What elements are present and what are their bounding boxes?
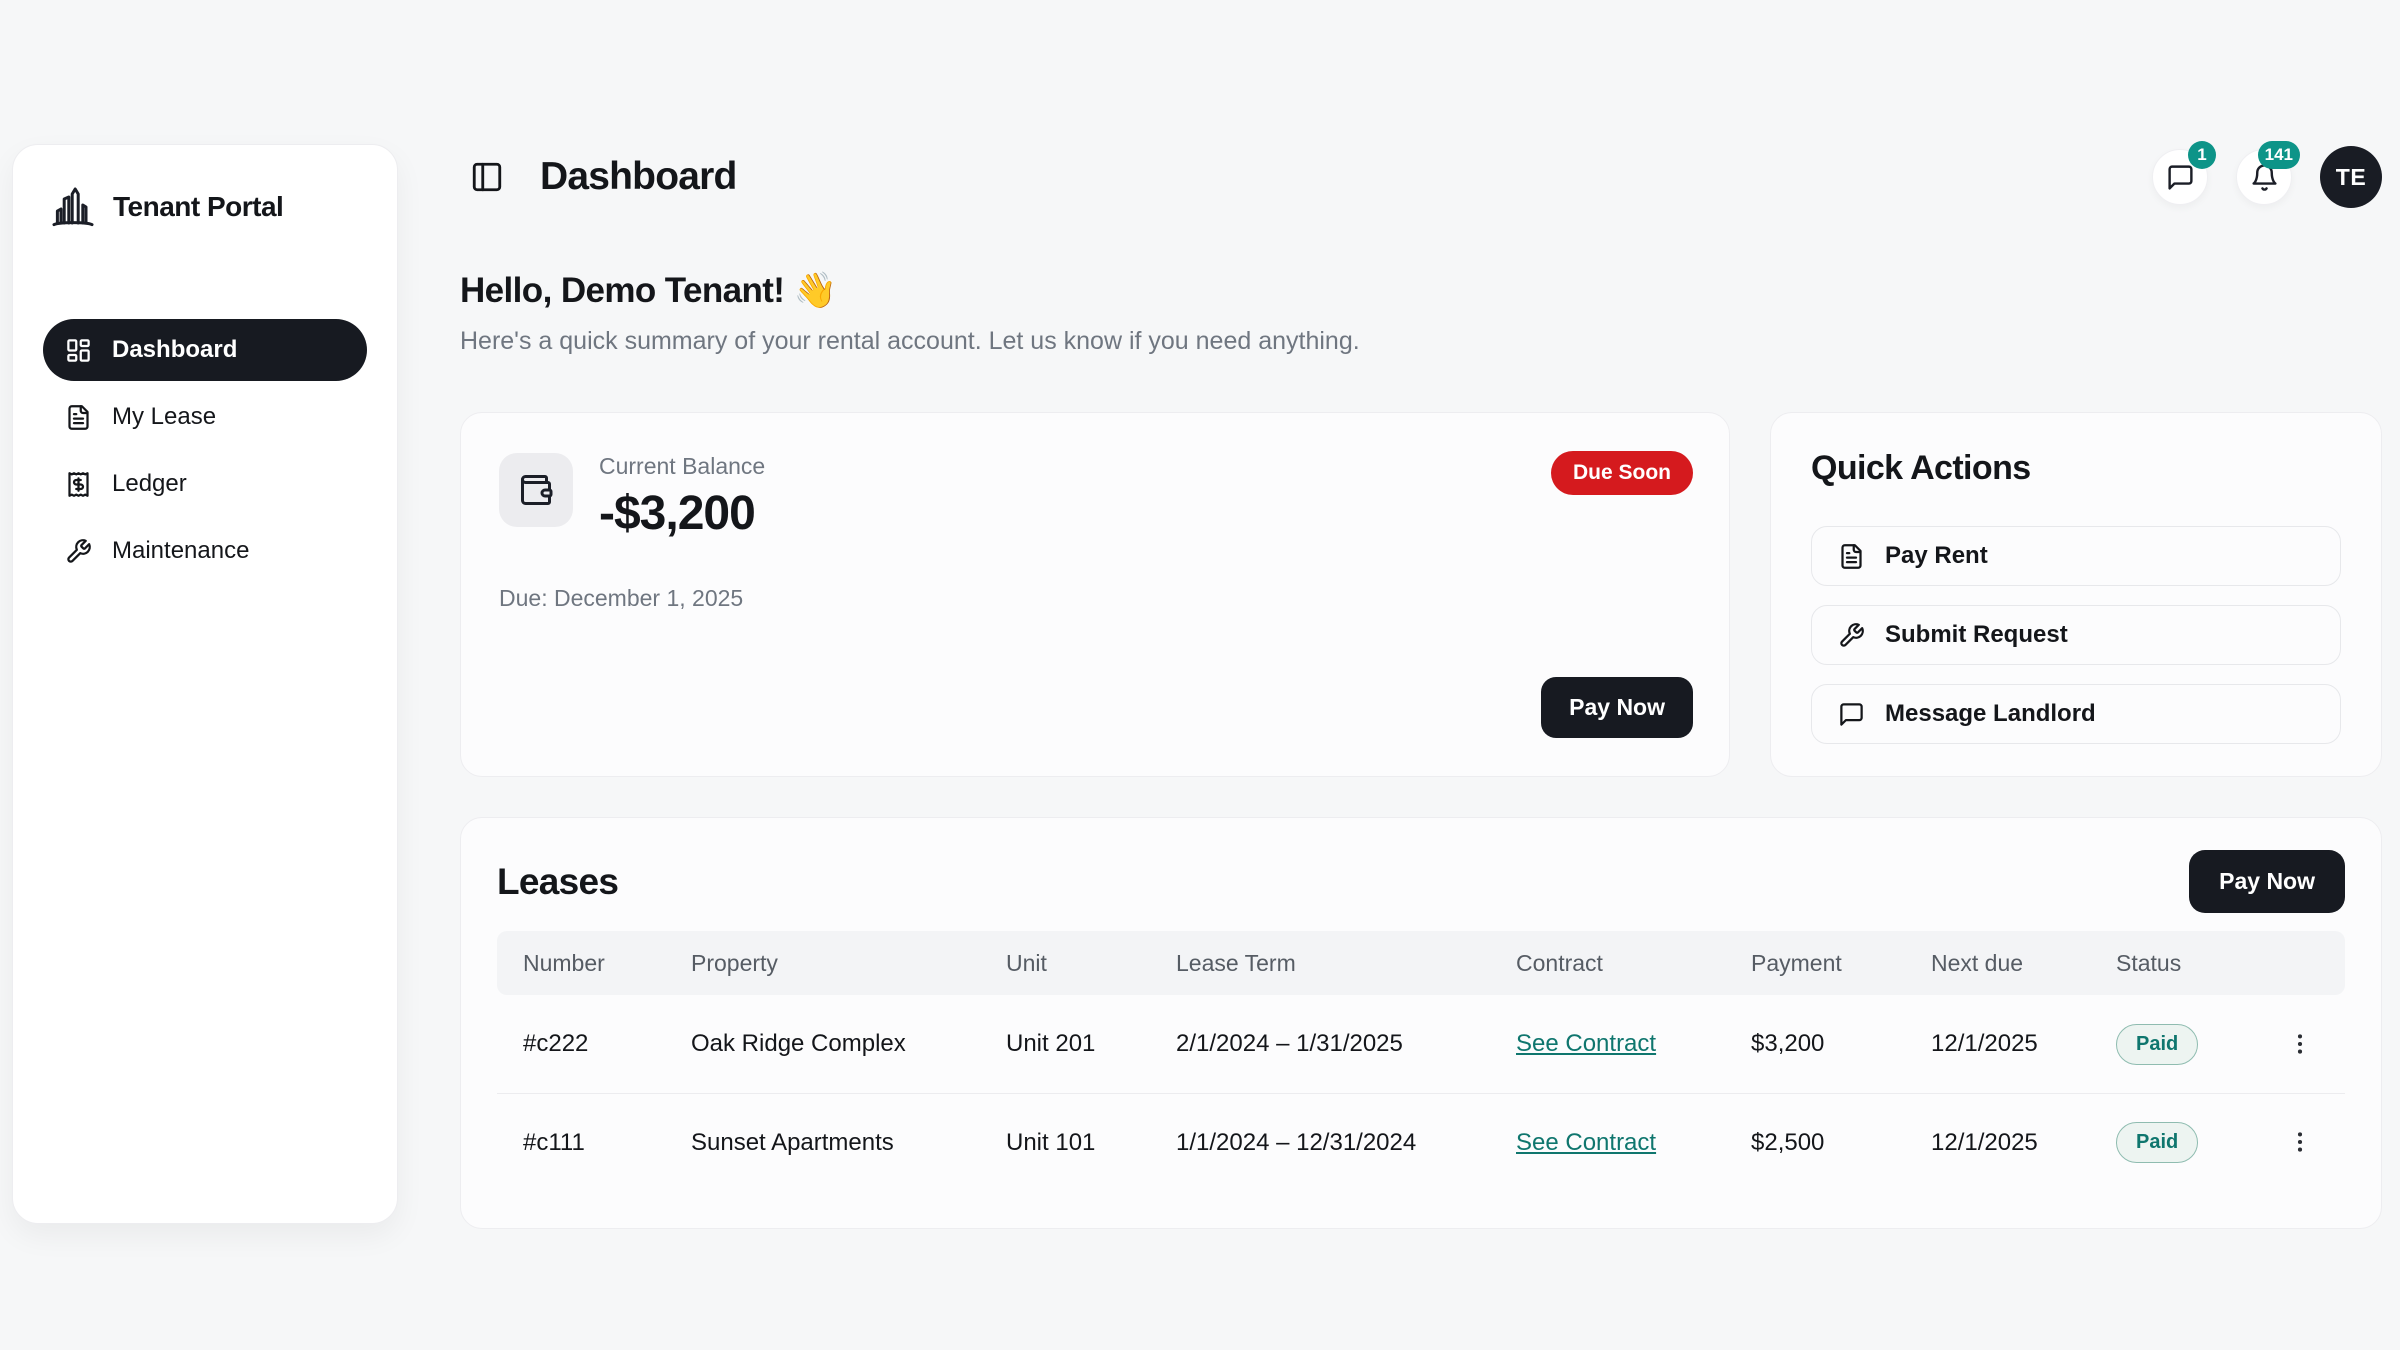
wrench-icon (65, 538, 92, 565)
leases-pay-now-button[interactable]: Pay Now (2189, 850, 2345, 913)
column-header-status: Status (2092, 950, 2257, 977)
leases-card: Leases Pay Now Number Property Unit Leas… (460, 817, 2382, 1229)
table-header-row: Number Property Unit Lease Term Contract… (497, 931, 2345, 995)
column-header-lease-term: Lease Term (1152, 950, 1492, 977)
leases-header: Leases Pay Now (497, 850, 2345, 913)
balance-top: Current Balance -$3,200 (499, 453, 1691, 541)
sidebar-item-my-lease[interactable]: My Lease (43, 386, 367, 448)
due-date-text: Due: December 1, 2025 (499, 585, 1691, 612)
chat-bubble-icon (1838, 701, 1865, 728)
receipt-icon (65, 471, 92, 498)
sidebar-item-dashboard[interactable]: Dashboard (43, 319, 367, 381)
lease-number: #c222 (497, 1030, 667, 1058)
lease-next-due: 12/1/2025 (1907, 1030, 2092, 1058)
quick-actions-list: Pay Rent Submit Request (1811, 526, 2341, 744)
row-menu-button[interactable] (2281, 1025, 2319, 1063)
lease-payment: $3,200 (1727, 1030, 1907, 1058)
row-menu-button[interactable] (2281, 1123, 2319, 1161)
quick-actions-title: Quick Actions (1811, 449, 2341, 488)
greeting: Hello, Demo Tenant! 👋 Here's a quick sum… (460, 270, 2382, 356)
balance-text: Current Balance -$3,200 (599, 453, 765, 541)
lease-unit: Unit 201 (982, 1030, 1152, 1058)
summary-row: Current Balance -$3,200 Due Soon Due: De… (460, 412, 2382, 777)
column-header-property: Property (667, 950, 982, 977)
lease-payment: $2,500 (1727, 1129, 1907, 1157)
notifications-count-badge: 141 (2258, 141, 2300, 169)
sidebar: Tenant Portal Dashboard My Lease (12, 144, 398, 1224)
chat-bubble-icon (2166, 163, 2195, 192)
lease-next-due: 12/1/2025 (1907, 1129, 2092, 1157)
lease-term: 1/1/2024 – 12/31/2024 (1152, 1129, 1492, 1157)
brand-name: Tenant Portal (113, 191, 283, 223)
due-soon-badge: Due Soon (1551, 451, 1693, 495)
greeting-subtitle: Here's a quick summary of your rental ac… (460, 327, 2382, 356)
leases-table: Number Property Unit Lease Term Contract… (497, 931, 2345, 1191)
sidebar-toggle-icon[interactable] (470, 160, 504, 194)
dashboard-grid-icon (65, 337, 92, 364)
action-label: Pay Rent (1885, 542, 1988, 570)
message-landlord-button[interactable]: Message Landlord (1811, 684, 2341, 744)
wrench-icon (1838, 622, 1865, 649)
pay-now-button[interactable]: Pay Now (1541, 677, 1693, 738)
lease-term: 2/1/2024 – 1/31/2025 (1152, 1030, 1492, 1058)
see-contract-link[interactable]: See Contract (1516, 1030, 1656, 1057)
messages-count-badge: 1 (2188, 141, 2216, 169)
action-label: Message Landlord (1885, 700, 2096, 728)
column-header-unit: Unit (982, 950, 1152, 977)
table-row: #c222 Oak Ridge Complex Unit 201 2/1/202… (497, 995, 2345, 1093)
document-icon (65, 404, 92, 431)
topbar: Dashboard 1 141 TE (460, 144, 2382, 210)
page-title: Dashboard (540, 155, 737, 199)
lease-unit: Unit 101 (982, 1129, 1152, 1157)
action-label: Submit Request (1885, 621, 2068, 649)
sidebar-item-label: Maintenance (112, 537, 249, 565)
sidebar-item-label: Dashboard (112, 336, 237, 364)
status-badge: Paid (2116, 1122, 2198, 1163)
lease-property: Oak Ridge Complex (667, 1030, 982, 1058)
table-row: #c111 Sunset Apartments Unit 101 1/1/202… (497, 1093, 2345, 1191)
sidebar-nav: Dashboard My Lease Ledger (43, 319, 367, 582)
notifications-button[interactable]: 141 (2236, 149, 2292, 205)
wallet-icon (499, 453, 573, 527)
sidebar-item-ledger[interactable]: Ledger (43, 453, 367, 515)
pay-rent-button[interactable]: Pay Rent (1811, 526, 2341, 586)
brand: Tenant Portal (43, 183, 367, 231)
main-content: Dashboard 1 141 TE Hel (460, 144, 2382, 1229)
status-badge: Paid (2116, 1024, 2198, 1065)
column-header-next-due: Next due (1907, 950, 2092, 977)
column-header-contract: Contract (1492, 950, 1727, 977)
greeting-title: Hello, Demo Tenant! 👋 (460, 270, 2382, 311)
sidebar-item-label: Ledger (112, 470, 187, 498)
see-contract-link[interactable]: See Contract (1516, 1129, 1656, 1156)
topbar-actions: 1 141 TE (2152, 144, 2382, 210)
column-header-number: Number (497, 950, 667, 977)
messages-button[interactable]: 1 (2152, 149, 2208, 205)
column-header-payment: Payment (1727, 950, 1907, 977)
lease-property: Sunset Apartments (667, 1129, 982, 1157)
sidebar-item-maintenance[interactable]: Maintenance (43, 520, 367, 582)
buildings-logo-icon (49, 183, 97, 231)
balance-card: Current Balance -$3,200 Due Soon Due: De… (460, 412, 1730, 777)
avatar[interactable]: TE (2320, 146, 2382, 208)
lease-number: #c111 (497, 1129, 667, 1157)
quick-actions-card: Quick Actions Pay Rent (1770, 412, 2382, 777)
document-icon (1838, 543, 1865, 570)
leases-title: Leases (497, 861, 618, 903)
submit-request-button[interactable]: Submit Request (1811, 605, 2341, 665)
balance-label: Current Balance (599, 453, 765, 480)
balance-amount: -$3,200 (599, 486, 765, 541)
sidebar-item-label: My Lease (112, 403, 216, 431)
